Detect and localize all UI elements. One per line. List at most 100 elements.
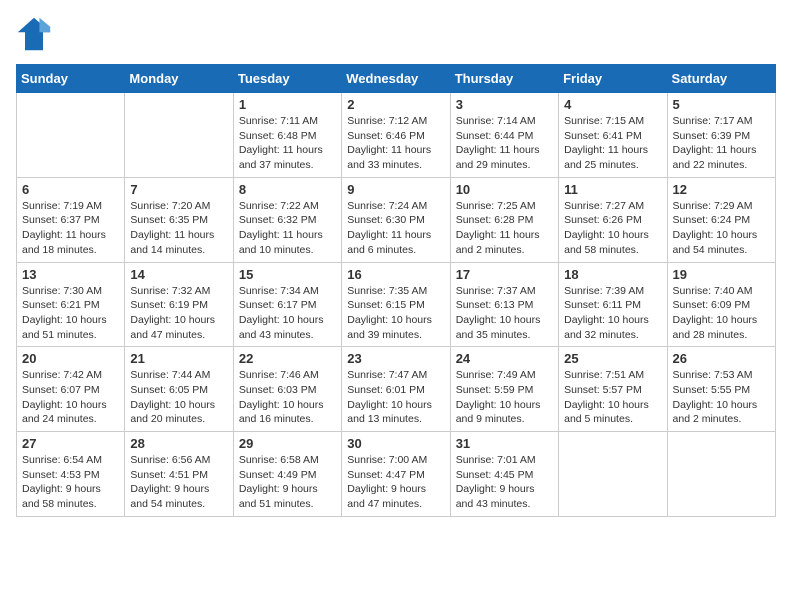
day-number: 10: [456, 182, 553, 197]
calendar-day-header: Thursday: [450, 65, 558, 93]
calendar-day-header: Wednesday: [342, 65, 450, 93]
day-info: Sunrise: 7:35 AM Sunset: 6:15 PM Dayligh…: [347, 284, 444, 343]
calendar-day-header: Friday: [559, 65, 667, 93]
day-number: 28: [130, 436, 227, 451]
day-info: Sunrise: 7:53 AM Sunset: 5:55 PM Dayligh…: [673, 368, 770, 427]
calendar-cell: 17 Sunrise: 7:37 AM Sunset: 6:13 PM Dayli…: [450, 262, 558, 347]
calendar-cell: 6 Sunrise: 7:19 AM Sunset: 6:37 PM Daylig…: [17, 177, 125, 262]
page-header: [16, 16, 776, 52]
day-number: 6: [22, 182, 119, 197]
calendar-cell: 16Sunrise: 7:35 AM Sunset: 6:15 PM Dayli…: [342, 262, 450, 347]
calendar-cell: 3Sunrise: 7:14 AM Sunset: 6:44 PM Daylig…: [450, 93, 558, 178]
day-number: 5: [673, 97, 770, 112]
day-info: Sunrise: 7:19 AM Sunset: 6:37 PM Dayligh…: [22, 199, 119, 258]
day-info: Sunrise: 7:12 AM Sunset: 6:46 PM Dayligh…: [347, 114, 444, 173]
calendar-week-row: 20Sunrise: 7:42 AM Sunset: 6:07 PM Dayli…: [17, 347, 776, 432]
calendar-cell: 9 Sunrise: 7:24 AM Sunset: 6:30 PM Daylig…: [342, 177, 450, 262]
calendar-cell: [17, 93, 125, 178]
calendar-cell: 1 Sunrise: 7:11 AM Sunset: 6:48 PM Daylig…: [233, 93, 341, 178]
calendar-week-row: 13 Sunrise: 7:30 AM Sunset: 6:21 PM Dayli…: [17, 262, 776, 347]
day-number: 7: [130, 182, 227, 197]
day-number: 1: [239, 97, 336, 112]
day-number: 26: [673, 351, 770, 366]
day-number: 30: [347, 436, 444, 451]
day-info: Sunrise: 7:15 AM Sunset: 6:41 PM Dayligh…: [564, 114, 661, 173]
day-info: Sunrise: 6:54 AM Sunset: 4:53 PM Dayligh…: [22, 453, 119, 512]
calendar-cell: 23 Sunrise: 7:47 AM Sunset: 6:01 PM Dayli…: [342, 347, 450, 432]
calendar-cell: 30 Sunrise: 7:00 AM Sunset: 4:47 PM Dayli…: [342, 432, 450, 517]
calendar-day-header: Tuesday: [233, 65, 341, 93]
calendar-cell: 25 Sunrise: 7:51 AM Sunset: 5:57 PM Dayli…: [559, 347, 667, 432]
logo-icon: [16, 16, 52, 52]
calendar-cell: 27 Sunrise: 6:54 AM Sunset: 4:53 PM Dayli…: [17, 432, 125, 517]
day-number: 4: [564, 97, 661, 112]
day-info: Sunrise: 7:37 AM Sunset: 6:13 PM Dayligh…: [456, 284, 553, 343]
calendar-cell: 19Sunrise: 7:40 AM Sunset: 6:09 PM Dayli…: [667, 262, 775, 347]
calendar-body: 1 Sunrise: 7:11 AM Sunset: 6:48 PM Daylig…: [17, 93, 776, 517]
day-number: 13: [22, 267, 119, 282]
day-info: Sunrise: 7:29 AM Sunset: 6:24 PM Dayligh…: [673, 199, 770, 258]
day-number: 8: [239, 182, 336, 197]
day-info: Sunrise: 7:27 AM Sunset: 6:26 PM Dayligh…: [564, 199, 661, 258]
logo: [16, 16, 56, 52]
day-info: Sunrise: 7:49 AM Sunset: 5:59 PM Dayligh…: [456, 368, 553, 427]
day-number: 25: [564, 351, 661, 366]
day-info: Sunrise: 7:24 AM Sunset: 6:30 PM Dayligh…: [347, 199, 444, 258]
calendar-cell: 24Sunrise: 7:49 AM Sunset: 5:59 PM Dayli…: [450, 347, 558, 432]
day-number: 27: [22, 436, 119, 451]
day-number: 22: [239, 351, 336, 366]
calendar-cell: 2 Sunrise: 7:12 AM Sunset: 6:46 PM Daylig…: [342, 93, 450, 178]
calendar-cell: 21Sunrise: 7:44 AM Sunset: 6:05 PM Dayli…: [125, 347, 233, 432]
calendar-week-row: 6 Sunrise: 7:19 AM Sunset: 6:37 PM Daylig…: [17, 177, 776, 262]
day-info: Sunrise: 6:56 AM Sunset: 4:51 PM Dayligh…: [130, 453, 227, 512]
calendar-cell: 12 Sunrise: 7:29 AM Sunset: 6:24 PM Dayli…: [667, 177, 775, 262]
day-info: Sunrise: 7:42 AM Sunset: 6:07 PM Dayligh…: [22, 368, 119, 427]
calendar-cell: 31 Sunrise: 7:01 AM Sunset: 4:45 PM Dayli…: [450, 432, 558, 517]
calendar-cell: 18 Sunrise: 7:39 AM Sunset: 6:11 PM Dayli…: [559, 262, 667, 347]
day-info: Sunrise: 7:01 AM Sunset: 4:45 PM Dayligh…: [456, 453, 553, 512]
calendar-cell: 4 Sunrise: 7:15 AM Sunset: 6:41 PM Daylig…: [559, 93, 667, 178]
calendar-week-row: 27 Sunrise: 6:54 AM Sunset: 4:53 PM Dayli…: [17, 432, 776, 517]
day-number: 11: [564, 182, 661, 197]
calendar-cell: 5 Sunrise: 7:17 AM Sunset: 6:39 PM Daylig…: [667, 93, 775, 178]
day-info: Sunrise: 7:00 AM Sunset: 4:47 PM Dayligh…: [347, 453, 444, 512]
calendar-table: SundayMondayTuesdayWednesdayThursdayFrid…: [16, 64, 776, 517]
day-number: 2: [347, 97, 444, 112]
day-info: Sunrise: 7:51 AM Sunset: 5:57 PM Dayligh…: [564, 368, 661, 427]
day-info: Sunrise: 7:46 AM Sunset: 6:03 PM Dayligh…: [239, 368, 336, 427]
calendar-cell: 8 Sunrise: 7:22 AM Sunset: 6:32 PM Daylig…: [233, 177, 341, 262]
day-number: 23: [347, 351, 444, 366]
day-number: 31: [456, 436, 553, 451]
day-info: Sunrise: 7:34 AM Sunset: 6:17 PM Dayligh…: [239, 284, 336, 343]
day-info: Sunrise: 7:39 AM Sunset: 6:11 PM Dayligh…: [564, 284, 661, 343]
day-number: 17: [456, 267, 553, 282]
calendar-day-header: Monday: [125, 65, 233, 93]
day-info: Sunrise: 7:47 AM Sunset: 6:01 PM Dayligh…: [347, 368, 444, 427]
calendar-cell: 22 Sunrise: 7:46 AM Sunset: 6:03 PM Dayli…: [233, 347, 341, 432]
day-number: 18: [564, 267, 661, 282]
calendar-cell: 26 Sunrise: 7:53 AM Sunset: 5:55 PM Dayli…: [667, 347, 775, 432]
day-info: Sunrise: 7:14 AM Sunset: 6:44 PM Dayligh…: [456, 114, 553, 173]
day-info: Sunrise: 7:17 AM Sunset: 6:39 PM Dayligh…: [673, 114, 770, 173]
calendar-cell: 13 Sunrise: 7:30 AM Sunset: 6:21 PM Dayli…: [17, 262, 125, 347]
day-info: Sunrise: 7:11 AM Sunset: 6:48 PM Dayligh…: [239, 114, 336, 173]
calendar-cell: 29 Sunrise: 6:58 AM Sunset: 4:49 PM Dayli…: [233, 432, 341, 517]
day-info: Sunrise: 7:20 AM Sunset: 6:35 PM Dayligh…: [130, 199, 227, 258]
calendar-week-row: 1 Sunrise: 7:11 AM Sunset: 6:48 PM Daylig…: [17, 93, 776, 178]
day-info: Sunrise: 6:58 AM Sunset: 4:49 PM Dayligh…: [239, 453, 336, 512]
calendar-cell: 7 Sunrise: 7:20 AM Sunset: 6:35 PM Daylig…: [125, 177, 233, 262]
calendar-cell: [125, 93, 233, 178]
day-info: Sunrise: 7:44 AM Sunset: 6:05 PM Dayligh…: [130, 368, 227, 427]
day-info: Sunrise: 7:32 AM Sunset: 6:19 PM Dayligh…: [130, 284, 227, 343]
day-info: Sunrise: 7:30 AM Sunset: 6:21 PM Dayligh…: [22, 284, 119, 343]
calendar-cell: 15 Sunrise: 7:34 AM Sunset: 6:17 PM Dayli…: [233, 262, 341, 347]
calendar-day-header: Sunday: [17, 65, 125, 93]
day-info: Sunrise: 7:22 AM Sunset: 6:32 PM Dayligh…: [239, 199, 336, 258]
day-number: 29: [239, 436, 336, 451]
day-info: Sunrise: 7:25 AM Sunset: 6:28 PM Dayligh…: [456, 199, 553, 258]
day-number: 9: [347, 182, 444, 197]
day-number: 15: [239, 267, 336, 282]
day-number: 19: [673, 267, 770, 282]
day-number: 14: [130, 267, 227, 282]
day-number: 12: [673, 182, 770, 197]
